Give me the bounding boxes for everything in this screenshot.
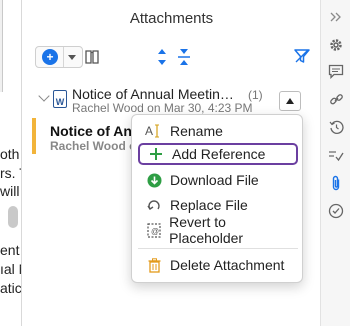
document-area: oth rs. T will ent ıal N atic [0, 0, 22, 326]
download-circle-icon [144, 172, 164, 188]
version-meta: Rachel Wood o [50, 139, 137, 153]
gear-icon[interactable] [321, 34, 350, 56]
attachment-menu-button[interactable] [279, 91, 301, 111]
chevron-down-icon[interactable] [68, 54, 76, 60]
check-circle-icon[interactable] [321, 200, 350, 222]
paperclip-icon[interactable] [321, 172, 350, 194]
menu-item-rename[interactable]: A Rename [138, 120, 298, 142]
comment-icon[interactable] [321, 60, 350, 82]
attachment-item[interactable]: W Notice of Annual Meetin… (1) Rachel Wo… [23, 86, 320, 116]
link-icon[interactable] [321, 88, 350, 110]
library-button[interactable] [81, 46, 103, 68]
document-border [0, 0, 22, 326]
attachment-count: (1) [248, 88, 263, 102]
tracked-changes-icon[interactable] [321, 144, 350, 166]
menu-item-label: Add Reference [172, 146, 266, 162]
trash-icon [144, 257, 164, 273]
menu-item-label: Rename [170, 123, 223, 139]
attachment-context-menu: A Rename Add Reference Download File Rep… [131, 114, 303, 283]
menu-item-label: Replace File [170, 197, 248, 213]
menu-item-label: Delete Attachment [170, 257, 285, 273]
menu-divider [138, 248, 298, 249]
expand-all-icon[interactable] [155, 47, 169, 67]
book-icon [85, 50, 99, 64]
chevron-up-icon [286, 98, 294, 104]
plus-circle-icon: + [42, 49, 58, 65]
menu-item-revert-to-placeholder[interactable]: @ Revert to Placeholder [138, 214, 298, 246]
menu-item-download-file[interactable]: Download File [138, 169, 298, 191]
version-title: Notice of Ann [50, 123, 141, 139]
filter-icon[interactable] [293, 47, 311, 65]
svg-text:A: A [145, 124, 153, 138]
collapse-all-icon[interactable] [177, 47, 191, 67]
text-cursor-icon: A [144, 123, 164, 139]
history-icon[interactable] [321, 116, 350, 138]
placeholder-icon: @ [144, 222, 163, 238]
menu-item-label: Download File [170, 172, 259, 188]
plus-icon [146, 146, 166, 162]
panel-title: Attachments [129, 10, 214, 27]
double-chevron-right-icon[interactable] [321, 6, 350, 28]
menu-item-replace-file[interactable]: Replace File [138, 194, 298, 216]
menu-item-delete-attachment[interactable]: Delete Attachment [138, 254, 298, 276]
replace-icon [144, 197, 164, 213]
attachment-title: Notice of Annual Meetin… [72, 86, 234, 102]
add-attachment-button[interactable]: + [35, 46, 83, 68]
menu-item-label: Revert to Placeholder [169, 214, 244, 246]
attachment-meta: Rachel Wood on Mar 30, 4:23 PM [72, 101, 253, 115]
right-sidebar-rail [320, 0, 350, 326]
button-divider [63, 47, 64, 67]
svg-text:@: @ [151, 227, 159, 236]
word-document-icon: W [53, 90, 67, 108]
chevron-down-icon[interactable] [38, 90, 50, 102]
menu-item-add-reference[interactable]: Add Reference [138, 143, 298, 165]
